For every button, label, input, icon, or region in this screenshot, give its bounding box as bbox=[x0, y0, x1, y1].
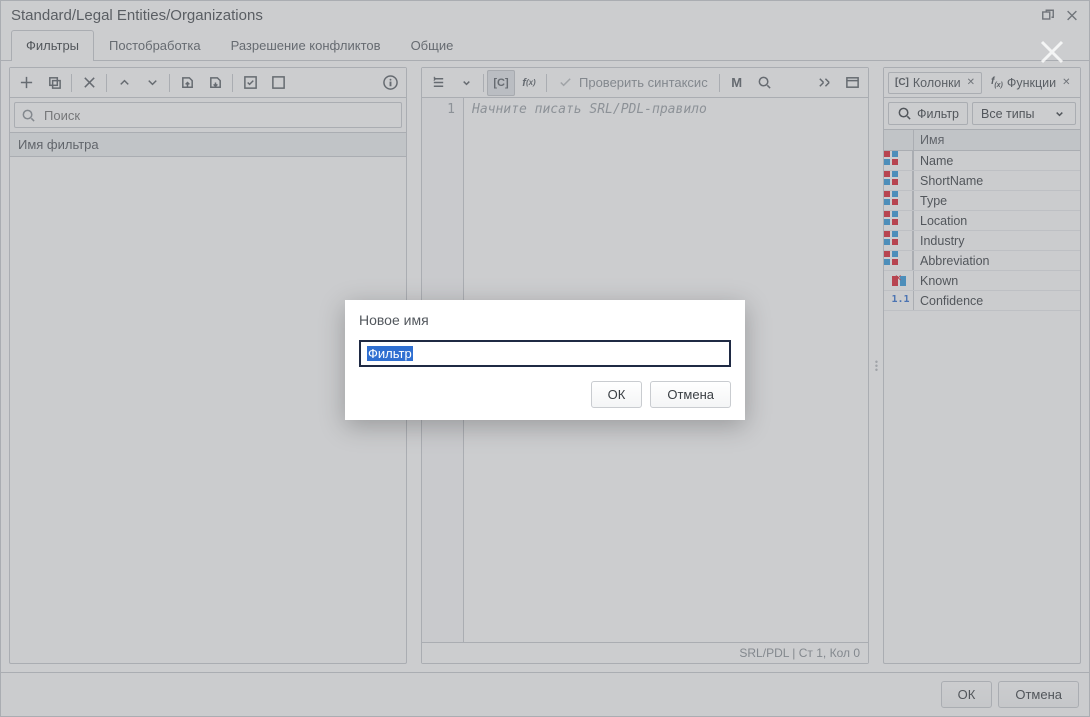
modal-overlay: Новое имя Фильтр ОК Отмена bbox=[0, 0, 1090, 717]
dialog-input-value: Фильтр bbox=[367, 346, 413, 361]
overlay-close-icon[interactable] bbox=[1036, 36, 1068, 71]
dialog-buttons: ОК Отмена bbox=[359, 381, 731, 408]
dialog-title: Новое имя bbox=[359, 312, 731, 328]
dialog-ok-button[interactable]: ОК bbox=[591, 381, 643, 408]
dialog-name-input[interactable]: Фильтр bbox=[359, 340, 731, 367]
rename-dialog: Новое имя Фильтр ОК Отмена bbox=[345, 300, 745, 420]
dialog-cancel-button[interactable]: Отмена bbox=[650, 381, 731, 408]
